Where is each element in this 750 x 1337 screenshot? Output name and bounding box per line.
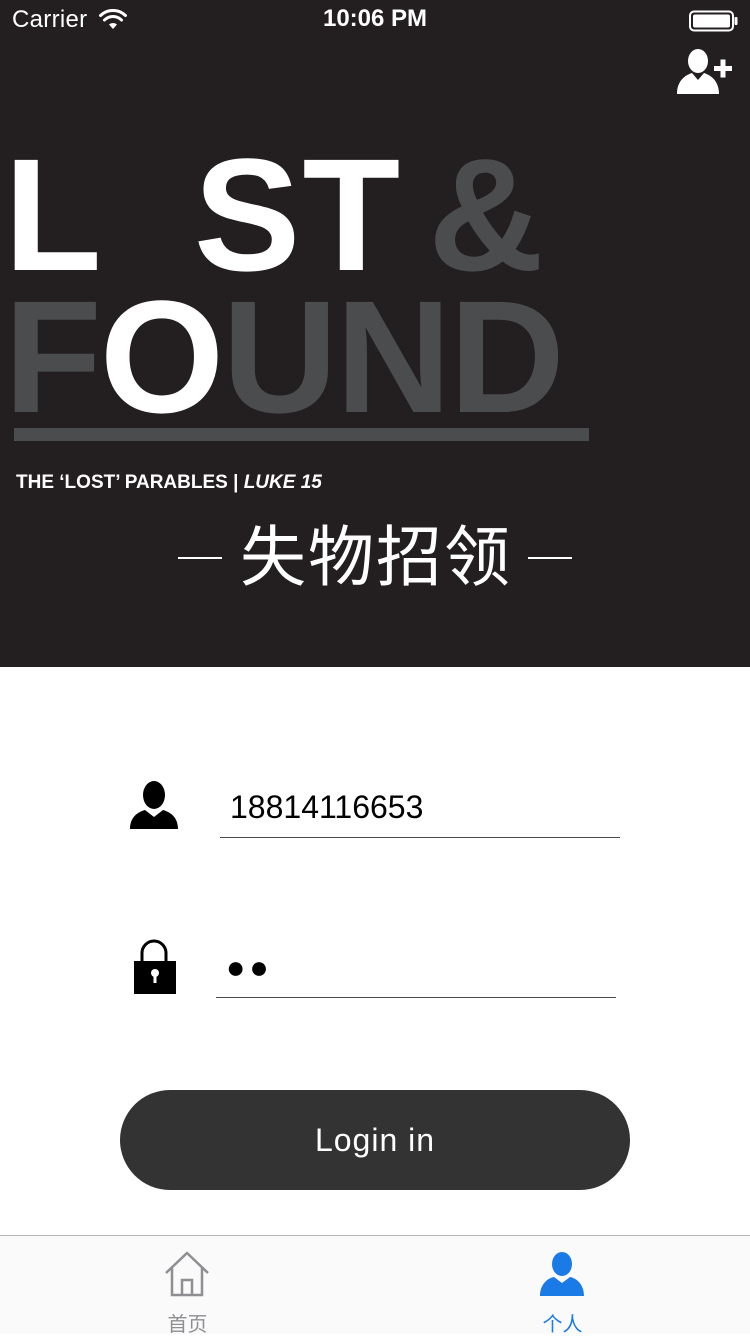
status-bar: Carrier 10:06 PM — [0, 0, 750, 40]
username-input[interactable] — [220, 777, 620, 837]
person-icon — [540, 1252, 584, 1296]
battery-icon — [689, 10, 738, 32]
tab-home[interactable]: 首页 — [0, 1236, 375, 1336]
logo-line-2: FOUND — [4, 267, 563, 446]
login-button[interactable]: Login in — [120, 1090, 630, 1190]
subtitle-text: 失物招领 — [240, 519, 512, 596]
username-row — [0, 771, 750, 851]
logo-tagline: THE ‘LOST’ PARABLES | LUKE 15 — [16, 472, 322, 493]
tab-bar: 首页 个人 — [0, 1235, 750, 1336]
password-underline — [216, 997, 616, 998]
password-input[interactable] — [216, 937, 616, 997]
tab-home-label: 首页 — [167, 1312, 208, 1336]
lock-icon — [134, 939, 176, 994]
password-row — [0, 931, 750, 1011]
user-icon — [130, 781, 178, 829]
subtitle-dash-right — [528, 557, 572, 559]
logo-divider — [14, 428, 589, 441]
add-user-icon — [677, 49, 732, 94]
subtitle-dash-left — [178, 557, 222, 559]
tab-profile-label: 个人 — [542, 1312, 583, 1336]
subtitle-row: 失物招领 — [0, 518, 750, 598]
hero-header: Carrier 10:06 PM L ST & FOUND THE ‘LOST’… — [0, 0, 750, 667]
lost-and-found-logo: L ST & FOUND THE ‘LOST’ PARABLES | LUKE 15 — [4, 140, 589, 493]
add-user-button[interactable] — [674, 46, 734, 98]
login-form: Login in — [0, 667, 750, 1235]
tab-profile[interactable]: 个人 — [375, 1236, 750, 1336]
username-underline — [220, 837, 620, 838]
home-icon — [165, 1251, 209, 1297]
status-time: 10:06 PM — [322, 5, 428, 32]
